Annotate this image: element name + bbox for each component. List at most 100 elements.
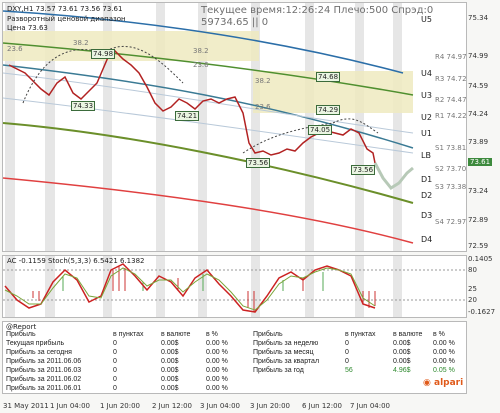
report-cell: 56 — [345, 367, 353, 374]
level-label: U1 — [421, 129, 432, 138]
report-cell: 0.00$ — [161, 358, 179, 365]
chart-subtitle: Разворотный ценовой диапазон — [7, 15, 126, 23]
axis-tick: 80 — [468, 266, 477, 274]
report-cell: 0 — [345, 349, 349, 356]
report-row-label: Прибыль за 2011.06.02 — [6, 376, 82, 383]
report-header: в пунктах — [345, 331, 376, 338]
report-row-label: Прибыль за 2011.06.06 — [6, 358, 82, 365]
price-box: 73.56 — [246, 158, 271, 168]
report-cell: 0.00$ — [161, 376, 179, 383]
report-header: в валюте — [161, 331, 191, 338]
report-cell: 0.00 % — [433, 340, 455, 347]
brand-icon: ◉ — [423, 378, 431, 388]
report-cell: 0.00$ — [161, 385, 179, 392]
report-cell: 0 — [113, 358, 117, 365]
level-label: U4 — [421, 69, 432, 78]
axis-tick: 74.99 — [468, 52, 489, 60]
report-header: в валюте — [393, 331, 423, 338]
report-cell: 0.00$ — [161, 340, 179, 347]
time-tick: 31 May 2011 — [3, 402, 49, 410]
time-tick: 3 Jun 04:00 — [200, 402, 241, 410]
chart-price-label: Цена 73.63 — [7, 24, 48, 32]
report-cell: 0 — [113, 367, 117, 374]
axis-tick: 73.89 — [468, 138, 489, 146]
r-level: S4 72.97 — [435, 218, 467, 226]
axis-tick: 74.24 — [468, 110, 489, 118]
zone-label: 23.6 — [193, 61, 209, 69]
report-header: в % — [433, 331, 445, 338]
report-cell: 0 — [113, 376, 117, 383]
time-tick: 2 Jun 12:00 — [152, 402, 193, 410]
axis-tick: 72.59 — [468, 242, 489, 250]
report-row-label: Прибыль за неделю — [253, 340, 319, 347]
price-box: 74.98 — [91, 49, 116, 59]
report-cell: 0 — [345, 358, 349, 365]
brand-name: alpari — [434, 378, 464, 388]
level-label: D4 — [421, 235, 433, 244]
level-label: LB — [421, 151, 431, 160]
report-row-label: Прибыль за год — [253, 367, 304, 374]
report-cell: 0.00 % — [433, 349, 455, 356]
r-level: R3 74.72 — [435, 75, 467, 83]
report-row-label: Прибыль за 2011.06.01 — [6, 385, 82, 392]
level-label: D2 — [421, 191, 433, 200]
report-cell: 0.00 % — [206, 385, 228, 392]
price-box: 74.21 — [175, 111, 200, 121]
osc-axis: 0.1405 80 25 20 -0.1627 — [468, 255, 500, 318]
report-cell: 0.00$ — [393, 349, 411, 356]
axis-tick: 73.24 — [468, 187, 489, 195]
report-cell: 0.00 % — [206, 349, 228, 356]
level-label: U2 — [421, 113, 432, 122]
report-cell: 0.00$ — [393, 358, 411, 365]
r-level: S2 73.70 — [435, 165, 467, 173]
time-tick: 6 Jun 12:00 — [302, 402, 343, 410]
r-level: S3 73.38 — [435, 183, 467, 191]
price-chart[interactable]: DXY,H1 73.57 73.61 73.56 73.61 Разворотн… — [2, 2, 467, 252]
axis-tick: 75.34 — [468, 14, 489, 22]
balance-label: 59734.65 || 0 — [201, 17, 269, 28]
report-header: Прибыль — [253, 331, 283, 338]
r-level: R4 74.97 — [435, 53, 467, 61]
price-axis: 75.34 74.99 74.59 74.24 73.89 73.61 73.2… — [468, 2, 500, 252]
axis-tick: -0.1627 — [468, 308, 496, 316]
current-price-tag: 73.61 — [468, 158, 493, 166]
axis-tick: 25 — [468, 285, 477, 293]
price-box: 73.56 — [351, 165, 376, 175]
report-cell: 4.96$ — [393, 367, 411, 374]
report-cell: 0 — [113, 385, 117, 392]
r-level: R2 74.47 — [435, 96, 467, 104]
axis-tick: 74.59 — [468, 82, 489, 90]
report-row-label: Прибыль за 2011.06.03 — [6, 367, 82, 374]
zone-label: 38.2 — [193, 47, 209, 55]
brand-logo: ◉ alpari — [423, 378, 463, 388]
report-cell: 0 — [113, 349, 117, 356]
zone-label: 38.2 — [73, 39, 89, 47]
report-cell: 0 — [113, 340, 117, 347]
terminal-window: DXY,H1 73.57 73.61 73.56 73.61 Разворотн… — [0, 0, 500, 413]
oscillator-panel[interactable]: AC -0.1159 Stoch(5,3,3) 6.5421 6.1382 — [2, 255, 467, 318]
axis-tick: 72.89 — [468, 216, 489, 224]
price-box: 74.29 — [316, 105, 341, 115]
price-box: 74.05 — [308, 125, 333, 135]
zone-label: 38.2 — [255, 77, 271, 85]
report-cell: 0.00 % — [206, 340, 228, 347]
r-level: S1 73.81 — [435, 144, 467, 152]
chart-title: DXY,H1 73.57 73.61 73.56 73.61 — [7, 5, 123, 13]
report-header: в % — [206, 331, 218, 338]
report-cell: 0.00 % — [206, 376, 228, 383]
time-tick: 1 Jun 04:00 — [50, 402, 91, 410]
stoch-main — [4, 263, 376, 313]
report-cell: 0.00$ — [161, 367, 179, 374]
price-box: 74.33 — [71, 101, 96, 111]
level-label: D3 — [421, 211, 433, 220]
oscillator-canvas — [3, 256, 466, 317]
server-time-label: Текущее время:12:26:24 Плечо:500 Спрэд:0 — [201, 5, 434, 16]
report-row-label: Прибыль за квартал — [253, 358, 320, 365]
time-tick: 1 Jun 20:00 — [100, 402, 141, 410]
report-cell: 0.00 % — [433, 358, 455, 365]
level-label: D1 — [421, 175, 433, 184]
report-row-label: Текущая прибыль — [6, 340, 65, 347]
level-label: U3 — [421, 91, 432, 100]
level-label: U5 — [421, 15, 432, 24]
zone-label: 23.6 — [7, 45, 23, 53]
